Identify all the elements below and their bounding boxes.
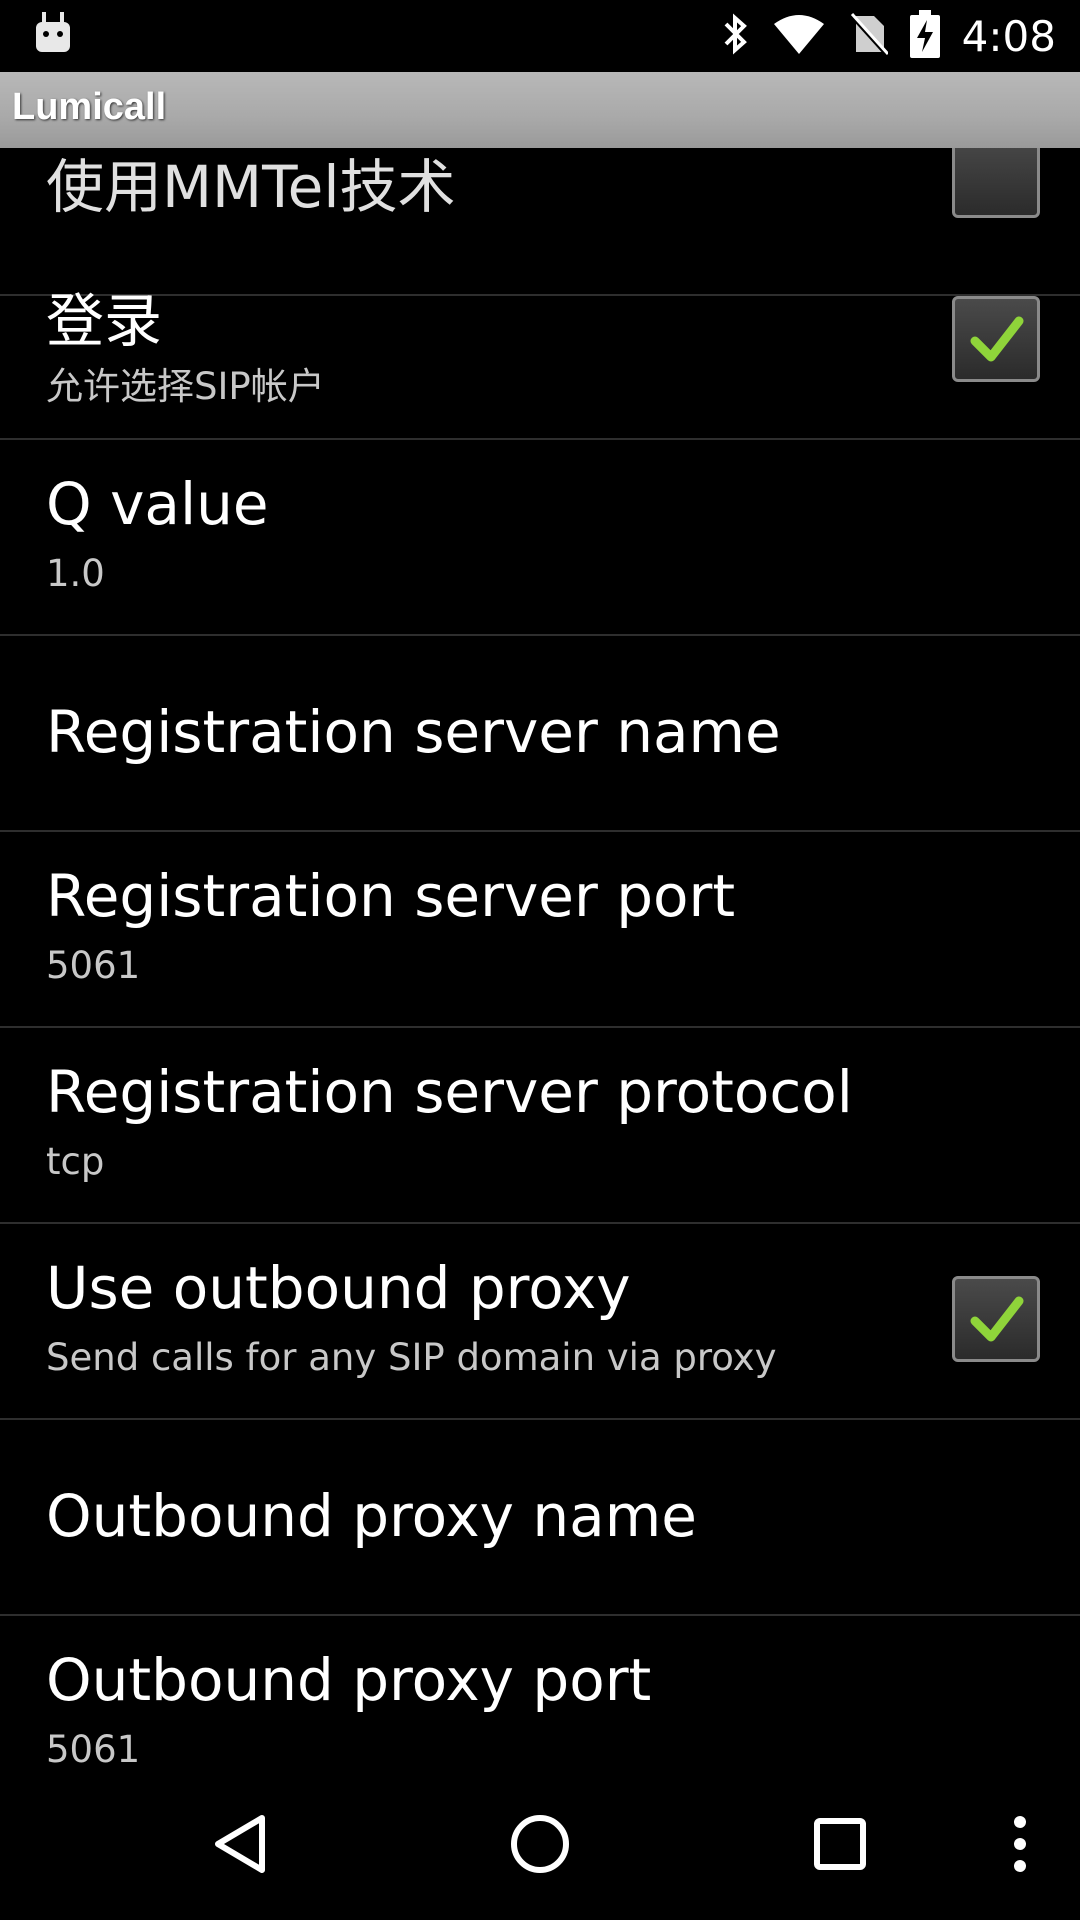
home-icon — [511, 1815, 569, 1873]
setting-summary: Send calls for any SIP domain via proxy — [46, 1336, 777, 1379]
setting-summary: 允许选择SIP帐户 — [46, 365, 325, 408]
back-button[interactable] — [180, 1768, 300, 1920]
wifi-icon — [772, 12, 826, 60]
back-icon — [215, 1815, 265, 1873]
check-icon — [970, 316, 1024, 362]
bluetooth-icon — [722, 12, 750, 60]
setting-login[interactable]: 登录 允许选择SIP帐户 — [0, 244, 1080, 440]
mmtel-checkbox[interactable] — [952, 148, 1040, 218]
overflow-menu-button[interactable] — [990, 1768, 1050, 1920]
setting-title: Registration server protocol — [46, 1058, 853, 1126]
setting-title: Q value — [46, 470, 269, 538]
setting-title: Registration server name — [46, 698, 781, 766]
recents-icon — [814, 1818, 866, 1870]
setting-title: Use outbound proxy — [46, 1254, 631, 1322]
setting-use-outbound-proxy[interactable]: Use outbound proxy Send calls for any SI… — [0, 1224, 1080, 1420]
settings-list[interactable]: 使用MMTel技术 登录 允许选择SIP帐户 Q value 1.0 Regis… — [0, 148, 1080, 1768]
setting-q-value[interactable]: Q value 1.0 — [0, 440, 1080, 636]
setting-outbound-proxy-name[interactable]: Outbound proxy name — [0, 1420, 1080, 1616]
battery-charging-icon — [909, 10, 940, 62]
action-bar: Lumicall — [0, 72, 1080, 148]
login-checkbox[interactable] — [952, 296, 1040, 382]
setting-registration-server-name[interactable]: Registration server name — [0, 636, 1080, 832]
check-icon — [970, 1296, 1024, 1342]
setting-outbound-proxy-port[interactable]: Outbound proxy port 5061 — [0, 1616, 1080, 1768]
setting-registration-server-port[interactable]: Registration server port 5061 — [0, 832, 1080, 1028]
setting-title: Outbound proxy port — [46, 1646, 652, 1714]
recents-button[interactable] — [780, 1768, 900, 1920]
setting-summary: 1.0 — [46, 552, 105, 595]
setting-summary: 5061 — [46, 944, 141, 987]
setting-summary: tcp — [46, 1140, 105, 1183]
no-sim-icon — [848, 12, 889, 60]
navigation-bar — [0, 1768, 1080, 1920]
outbound-proxy-checkbox[interactable] — [952, 1276, 1040, 1362]
android-icon — [34, 12, 72, 58]
setting-title: Registration server port — [46, 862, 736, 930]
home-button[interactable] — [480, 1768, 600, 1920]
setting-title: 使用MMTel技术 — [46, 153, 456, 221]
status-bar: 4:08 — [0, 0, 1080, 72]
app-title: Lumicall — [12, 86, 167, 128]
setting-title: 登录 — [46, 287, 163, 355]
setting-registration-server-protocol[interactable]: Registration server protocol tcp — [0, 1028, 1080, 1224]
overflow-menu-icon — [1014, 1816, 1026, 1872]
clock: 4:08 — [961, 11, 1056, 61]
setting-title: Outbound proxy name — [46, 1482, 697, 1550]
setting-summary: 5061 — [46, 1728, 141, 1768]
